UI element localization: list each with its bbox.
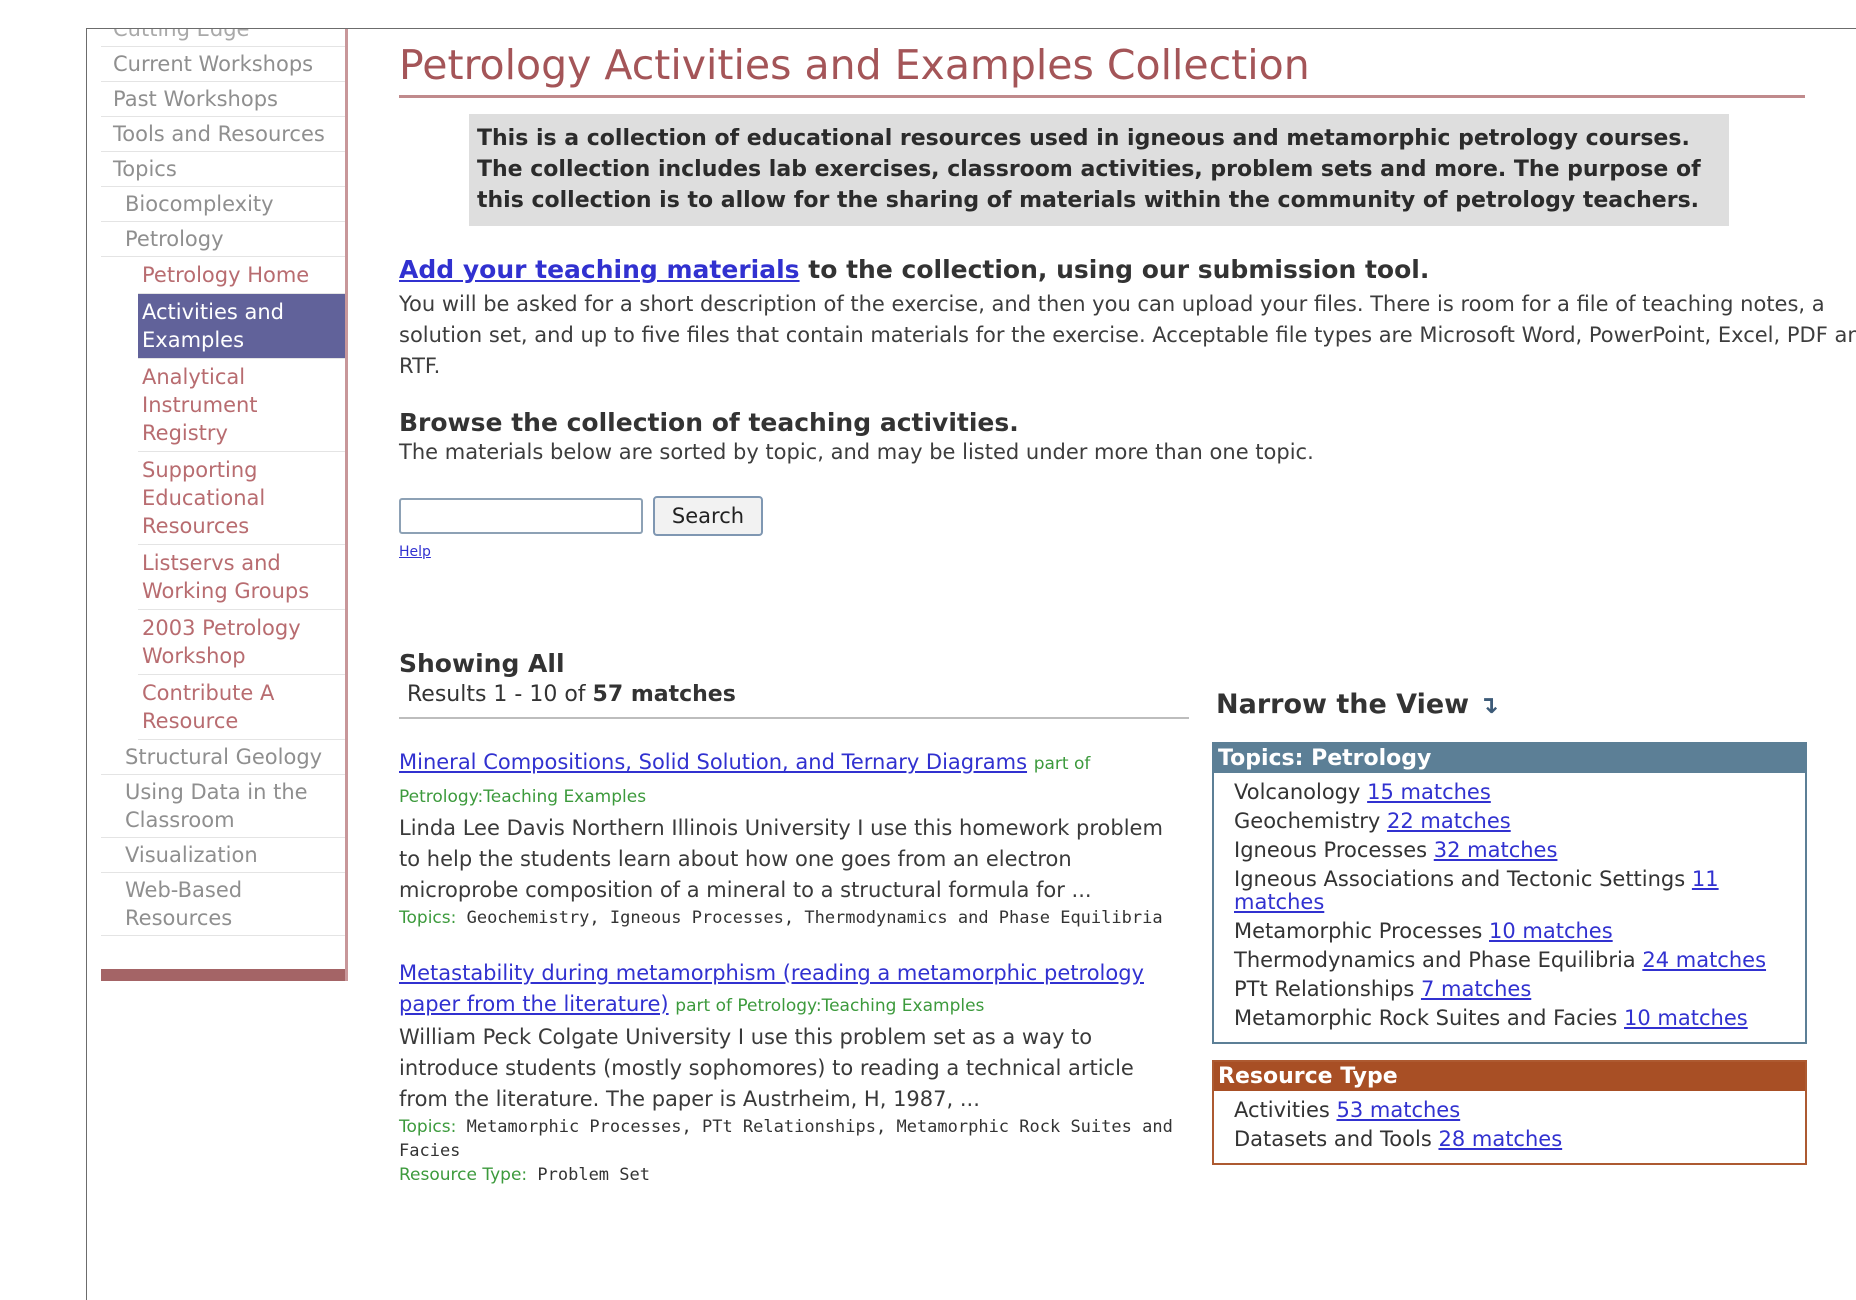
result-resource-type-value: Problem Set — [537, 1165, 650, 1185]
sidebar-nav: Cutting Edge Current Workshops Past Work… — [101, 29, 348, 981]
facet-item-name: Metamorphic Processes — [1234, 919, 1483, 943]
result-topics-value: Geochemistry, Igneous Processes, Thermod… — [466, 908, 1163, 928]
facet-item: Datasets and Tools 28 matches — [1234, 1128, 1793, 1151]
sidebar-item-current-workshops[interactable]: Current Workshops — [101, 47, 345, 82]
page-frame: Cutting Edge Current Workshops Past Work… — [86, 28, 1856, 1300]
facet-item: Volcanology 15 matches — [1234, 781, 1793, 804]
add-materials-section: Add your teaching materials to the colle… — [399, 254, 1856, 382]
sidebar-item-analytical-instrument-registry[interactable]: Analytical Instrument Registry — [138, 359, 345, 452]
results-summary: Results 1 - 10 of 57 matches — [399, 682, 1189, 719]
sidebar-item-supporting-resources[interactable]: Supporting Educational Resources — [138, 452, 345, 545]
narrow-view-title: Narrow the View — [1216, 689, 1470, 720]
add-materials-link[interactable]: Add your teaching materials — [399, 255, 800, 284]
facet-matches-link[interactable]: 24 matches — [1642, 948, 1766, 972]
facet-matches-link[interactable]: 22 matches — [1387, 809, 1511, 833]
facet-matches-link[interactable]: 7 matches — [1421, 977, 1531, 1001]
result-title-link[interactable]: Mineral Compositions, Solid Solution, an… — [399, 750, 1027, 774]
result-part-of: part of Petrology:Teaching Examples — [675, 996, 985, 1016]
facet-item-name: Metamorphic Rock Suites and Facies — [1234, 1006, 1618, 1030]
facet-item-name: Thermodynamics and Phase Equilibria — [1234, 948, 1636, 972]
sidebar-item-topics[interactable]: Topics — [101, 152, 345, 187]
results-summary-prefix: Results 1 - 10 of — [407, 682, 593, 707]
sidebar-item-visualization[interactable]: Visualization — [101, 838, 345, 873]
arrow-down-icon: ↴ — [1478, 691, 1499, 719]
narrow-view-panel: Narrow the View ↴ Topics: Petrology Volc… — [1212, 689, 1807, 1181]
facet-matches-link[interactable]: 28 matches — [1438, 1127, 1562, 1151]
facet-matches-link[interactable]: 32 matches — [1434, 838, 1558, 862]
intro-box: This is a collection of educational reso… — [469, 114, 1729, 226]
add-materials-heading-rest: to the collection, using our submission … — [799, 255, 1430, 284]
facet-item-name: Igneous Associations and Tectonic Settin… — [1234, 867, 1686, 891]
sidebar-item-2003-workshop[interactable]: 2003 Petrology Workshop — [138, 610, 345, 675]
facet-matches-link[interactable]: 53 matches — [1337, 1098, 1461, 1122]
facet-item-name: PTt Relationships — [1234, 977, 1415, 1001]
sidebar-item-structural-geology[interactable]: Structural Geology — [101, 740, 345, 775]
sidebar-item-tools-resources[interactable]: Tools and Resources — [101, 117, 345, 152]
search-row: Search — [399, 496, 1856, 536]
facet-item-name: Datasets and Tools — [1234, 1127, 1432, 1151]
facet-item: Igneous Associations and Tectonic Settin… — [1234, 868, 1793, 914]
resource-type-facet: Resource Type Activities 53 matches Data… — [1212, 1060, 1807, 1165]
browse-heading: Browse the collection of teaching activi… — [399, 408, 1019, 437]
results-count: 57 matches — [592, 682, 736, 707]
facet-item: Thermodynamics and Phase Equilibria 24 m… — [1234, 949, 1793, 972]
facet-matches-link[interactable]: 10 matches — [1624, 1006, 1748, 1030]
result-description: William Peck Colgate University I use th… — [399, 1025, 1134, 1111]
facet-item: Activities 53 matches — [1234, 1099, 1793, 1122]
result-topics: Topics: Metamorphic Processes, PTt Relat… — [399, 1115, 1189, 1163]
result-item: Mineral Compositions, Solid Solution, an… — [399, 747, 1189, 930]
facet-item: Metamorphic Processes 10 matches — [1234, 920, 1793, 943]
result-resource-type: Resource Type: Problem Set — [399, 1163, 1189, 1187]
sidebar-item-contribute-resource[interactable]: Contribute A Resource — [138, 675, 345, 740]
sidebar-item-activities-examples[interactable]: Activities and Examples — [138, 294, 345, 359]
showing-heading: Showing All — [399, 649, 565, 678]
page-title: Petrology Activities and Examples Collec… — [399, 37, 1805, 98]
facet-item-name: Geochemistry — [1234, 809, 1381, 833]
sidebar-item-biocomplexity[interactable]: Biocomplexity — [101, 187, 345, 222]
facet-item: Metamorphic Rock Suites and Facies 10 ma… — [1234, 1007, 1793, 1030]
facet-item-name: Activities — [1234, 1098, 1330, 1122]
result-item-cut-off — [399, 1294, 1599, 1300]
resource-type-facet-heading: Resource Type — [1214, 1062, 1805, 1091]
result-resource-type-label: Resource Type: — [399, 1165, 528, 1185]
help-link[interactable]: Help — [399, 544, 431, 560]
sidebar-footer-bar — [101, 969, 345, 981]
sidebar-item-past-workshops[interactable]: Past Workshops — [101, 82, 345, 117]
result-topics-label: Topics: — [399, 908, 457, 928]
facet-item: Geochemistry 22 matches — [1234, 810, 1793, 833]
result-description: Linda Lee Davis Northern Illinois Univer… — [399, 816, 1163, 902]
facet-item: Igneous Processes 32 matches — [1234, 839, 1793, 862]
sidebar-item-petrology[interactable]: Petrology — [101, 222, 345, 257]
facet-item: PTt Relationships 7 matches — [1234, 978, 1793, 1001]
add-materials-description: You will be asked for a short descriptio… — [399, 292, 1856, 378]
result-topics-value: Metamorphic Processes, PTt Relationships… — [399, 1117, 1173, 1161]
sidebar-item-listservs[interactable]: Listservs and Working Groups — [138, 545, 345, 610]
facet-matches-link[interactable]: 10 matches — [1489, 919, 1613, 943]
topics-facet-heading: Topics: Petrology — [1214, 744, 1805, 773]
result-topics: Topics: Geochemistry, Igneous Processes,… — [399, 906, 1189, 930]
result-topics-label: Topics: — [399, 1117, 457, 1137]
sidebar-item-using-data[interactable]: Using Data in the Classroom — [101, 775, 345, 838]
sidebar-item-cutting-edge[interactable]: Cutting Edge — [101, 29, 345, 47]
result-item: Metastability during metamorphism (readi… — [399, 958, 1189, 1187]
facet-matches-link[interactable]: 15 matches — [1367, 780, 1491, 804]
narrow-view-heading: Narrow the View ↴ — [1216, 689, 1807, 720]
search-input[interactable] — [399, 498, 643, 534]
search-button[interactable]: Search — [653, 496, 763, 536]
main-content: Petrology Activities and Examples Collec… — [399, 29, 1856, 1185]
results-column: Showing All Results 1 - 10 of 57 matches… — [399, 649, 1209, 1187]
facet-item-name: Volcanology — [1234, 780, 1361, 804]
browse-description: The materials below are sorted by topic,… — [399, 440, 1314, 464]
sidebar-item-web-based-resources[interactable]: Web-Based Resources — [101, 873, 345, 936]
topics-facet: Topics: Petrology Volcanology 15 matches… — [1212, 742, 1807, 1044]
sidebar-item-petrology-home[interactable]: Petrology Home — [138, 257, 345, 294]
browse-section: Browse the collection of teaching activi… — [399, 408, 1856, 468]
facet-item-name: Igneous Processes — [1234, 838, 1428, 862]
